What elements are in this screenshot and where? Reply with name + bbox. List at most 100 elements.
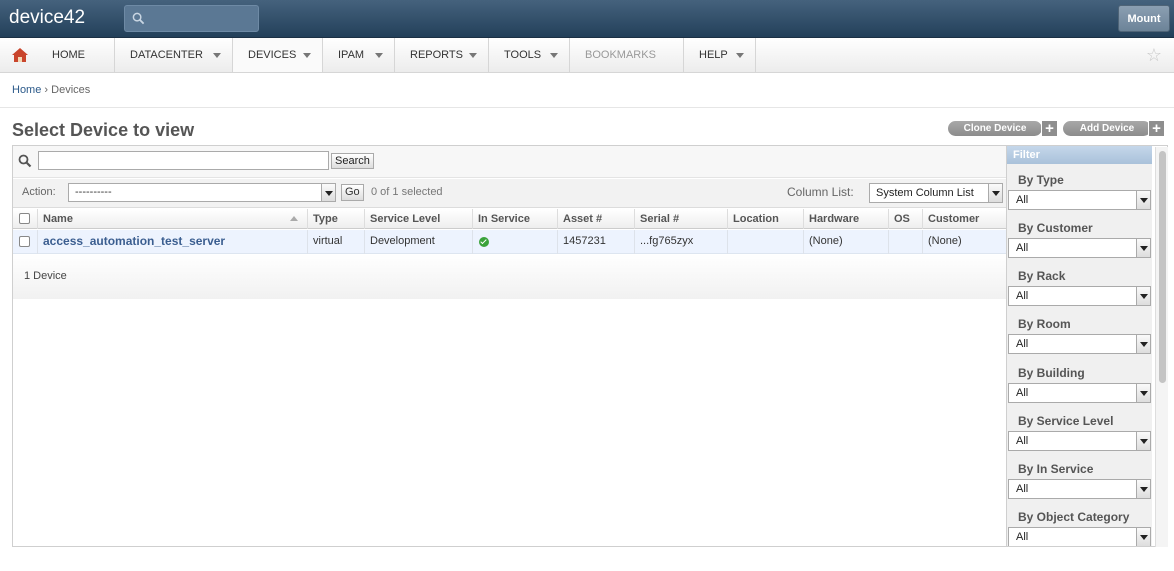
column-list-label: Column List: — [787, 185, 854, 199]
nav-reports[interactable]: REPORTS — [395, 38, 489, 72]
chevron-down-icon — [1136, 287, 1150, 305]
nav-datacenter[interactable]: DATACENTER — [115, 38, 233, 72]
filter-value: All — [1016, 242, 1029, 254]
selected-count: 0 of 1 selected — [371, 186, 443, 198]
select-all-checkbox[interactable] — [19, 213, 30, 224]
breadcrumb: Home › Devices — [12, 84, 90, 96]
col-type[interactable]: Type — [307, 209, 364, 229]
cell-asset: 1457231 — [557, 230, 634, 254]
chevron-down-icon — [321, 184, 335, 201]
filter-label-rack: By Rack — [1018, 269, 1066, 283]
filter-select-in-service[interactable]: All — [1008, 479, 1151, 499]
filter-value: All — [1016, 290, 1029, 302]
filter-select-customer[interactable]: All — [1008, 238, 1151, 258]
nav-tools[interactable]: TOOLS — [489, 38, 570, 72]
filter-scrollbar[interactable] — [1155, 147, 1168, 547]
go-button[interactable]: Go — [341, 184, 364, 201]
app-logo[interactable]: device42 — [9, 7, 85, 29]
home-icon[interactable] — [11, 47, 29, 63]
main-nav: HOME DATACENTER DEVICES IPAM REPORTS TOO… — [0, 38, 1174, 73]
scrollbar-thumb[interactable] — [1159, 151, 1166, 383]
star-icon[interactable]: ☆ — [1146, 46, 1162, 64]
search-icon — [18, 154, 32, 168]
col-service-level[interactable]: Service Level — [364, 209, 472, 229]
chevron-down-icon — [375, 53, 383, 58]
filter-value: All — [1016, 483, 1029, 495]
nav-bookmarks[interactable]: BOOKMARKS — [570, 38, 684, 72]
nav-tools-label: TOOLS — [504, 49, 542, 61]
col-location[interactable]: Location — [727, 209, 803, 229]
col-os[interactable]: OS — [888, 209, 922, 229]
top-header: device42 Mount — [0, 0, 1174, 38]
filter-select-object-category[interactable]: All — [1008, 527, 1151, 546]
filter-value: All — [1016, 531, 1029, 543]
chevron-down-icon — [469, 53, 477, 58]
nav-ipam[interactable]: IPAM — [323, 38, 395, 72]
chevron-down-icon — [736, 53, 744, 58]
nav-devices[interactable]: DEVICES — [233, 38, 323, 72]
col-customer[interactable]: Customer — [922, 209, 1006, 229]
search-button[interactable]: Search — [331, 153, 374, 169]
cell-serial: ...fg765zyx — [634, 230, 727, 254]
chevron-down-icon — [1136, 432, 1150, 450]
chevron-down-icon — [1136, 384, 1150, 402]
mount-button[interactable]: Mount — [1118, 5, 1170, 32]
cell-hardware: (None) — [803, 230, 888, 254]
search-toolbar: Search — [13, 146, 1006, 178]
breadcrumb-home-link[interactable]: Home — [12, 84, 41, 96]
cell-in-service — [472, 230, 557, 254]
add-plus-icon[interactable]: + — [1148, 120, 1165, 137]
chevron-down-icon — [303, 53, 311, 58]
filter-label-service-level: By Service Level — [1018, 414, 1114, 428]
nav-devices-label: DEVICES — [248, 49, 297, 61]
result-count: 1 Device — [24, 270, 67, 282]
check-circle-icon — [479, 237, 489, 247]
sort-asc-icon[interactable] — [290, 216, 298, 221]
col-asset[interactable]: Asset # — [557, 209, 634, 229]
nav-datacenter-label: DATACENTER — [130, 49, 203, 61]
chevron-down-icon — [1136, 239, 1150, 257]
filter-select-service-level[interactable]: All — [1008, 431, 1151, 451]
column-list-value: System Column List — [876, 187, 974, 199]
cell-location — [727, 230, 803, 254]
filter-value: All — [1016, 435, 1029, 447]
table-row: access_automation_test_server virtual De… — [13, 230, 1006, 254]
cell-service-level: Development — [364, 230, 472, 254]
nav-home[interactable]: HOME — [37, 38, 115, 72]
col-serial[interactable]: Serial # — [634, 209, 727, 229]
filter-sidebar: Filter By Type All By Customer All By Ra… — [1006, 146, 1152, 546]
col-name[interactable]: Name — [37, 209, 307, 229]
clone-device-button[interactable]: Clone Device — [948, 121, 1042, 136]
filter-select-building[interactable]: All — [1008, 383, 1151, 403]
action-select[interactable]: ---------- — [68, 183, 336, 202]
page-title: Select Device to view — [12, 120, 195, 140]
col-in-service[interactable]: In Service — [472, 209, 557, 229]
chevron-down-icon — [1136, 191, 1150, 209]
breadcrumb-separator: › — [44, 84, 49, 96]
search-icon — [132, 12, 145, 25]
device-list-panel: Search Action: ---------- Go 0 of 1 sele… — [12, 145, 1168, 547]
device-name-link[interactable]: access_automation_test_server — [37, 230, 307, 254]
filter-label-in-service: By In Service — [1018, 462, 1094, 476]
table-header: Name Type Service Level In Service Asset… — [13, 209, 1006, 229]
filter-select-type[interactable]: All — [1008, 190, 1151, 210]
filter-label-room: By Room — [1018, 317, 1071, 331]
filter-label-customer: By Customer — [1018, 221, 1093, 235]
add-device-button[interactable]: Add Device — [1063, 121, 1151, 136]
global-search-input[interactable] — [124, 5, 259, 32]
row-checkbox[interactable] — [19, 236, 30, 247]
filter-select-room[interactable]: All — [1008, 334, 1151, 354]
chevron-down-icon — [1136, 528, 1150, 546]
cell-type: virtual — [307, 230, 364, 254]
filter-value: All — [1016, 338, 1029, 350]
filter-select-rack[interactable]: All — [1008, 286, 1151, 306]
filter-label-type: By Type — [1018, 173, 1064, 187]
breadcrumb-current: Devices — [51, 84, 91, 96]
filter-title: Filter — [1007, 146, 1152, 164]
search-input[interactable] — [38, 151, 329, 170]
chevron-down-icon — [1136, 480, 1150, 498]
col-hardware[interactable]: Hardware — [803, 209, 888, 229]
clone-plus-icon[interactable]: + — [1041, 120, 1058, 137]
nav-help[interactable]: HELP — [684, 38, 756, 72]
column-list-select[interactable]: System Column List — [869, 183, 1003, 203]
